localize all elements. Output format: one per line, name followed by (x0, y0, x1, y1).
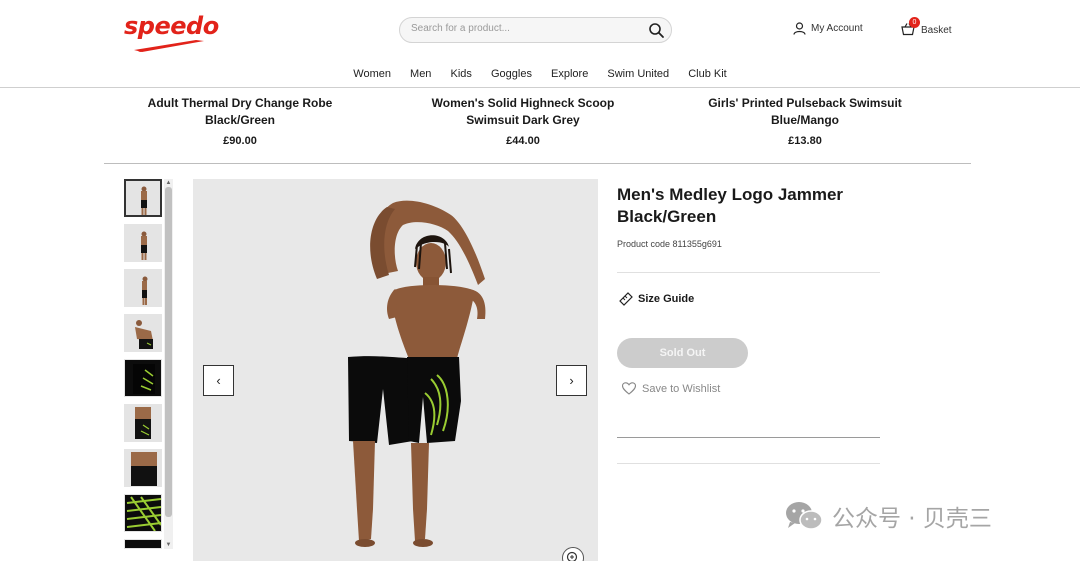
chevron-right-icon: › (569, 373, 574, 388)
logo-text: speedo (124, 12, 219, 40)
thumbnail-scrollbar[interactable]: ▲ ▼ (164, 179, 173, 549)
watermark: 公众号 · 贝壳三 (784, 499, 992, 533)
search-input[interactable] (411, 23, 631, 34)
nav-item-women[interactable]: Women (353, 68, 391, 80)
account-label: My Account (811, 23, 863, 34)
product-colour: Black/Green (617, 207, 717, 226)
nav-item-explore[interactable]: Explore (551, 68, 588, 80)
nav-item-club-kit[interactable]: Club Kit (688, 68, 727, 80)
search-bar[interactable] (399, 17, 672, 43)
watermark-text: 公众号 · 贝壳三 (832, 506, 992, 532)
thumbnail-image[interactable] (124, 224, 162, 262)
wishlist-label: Save to Wishlist (642, 382, 721, 395)
account-link[interactable]: My Account (793, 22, 863, 35)
save-to-wishlist-button[interactable]: Save to Wishlist (622, 382, 720, 395)
product-name: Men's Medley Logo Jammer (617, 185, 844, 204)
model-photo (348, 200, 486, 547)
divider (617, 463, 880, 464)
zoom-in-icon (566, 551, 578, 561)
basket-count-badge: 0 (909, 17, 920, 28)
scroll-up-icon[interactable]: ▲ (164, 179, 173, 187)
basket-link[interactable]: 0 Basket (901, 17, 952, 38)
related-product-name: Women's Solid Highneck Scoop (431, 96, 615, 110)
thumbnail-image[interactable] (124, 404, 162, 442)
related-product-price: £44.00 (506, 135, 540, 147)
wechat-icon (786, 502, 823, 530)
related-product-card[interactable]: Girls' Printed Pulseback Swimsuit Blue/M… (685, 95, 925, 150)
thumbnail-image[interactable] (124, 314, 162, 352)
size-guide-link[interactable]: Size Guide (619, 292, 694, 306)
thumbnail-image[interactable] (124, 359, 162, 397)
nav-item-swim-united[interactable]: Swim United (607, 68, 669, 80)
product-code: Product code 811355g691 (617, 239, 722, 249)
user-icon (793, 22, 806, 35)
related-product-name: Adult Thermal Dry Change Robe (147, 96, 333, 110)
related-product-card[interactable]: Women's Solid Highneck Scoop Swimsuit Da… (403, 95, 643, 150)
related-product-price: £13.80 (788, 135, 822, 147)
scroll-down-icon[interactable]: ▼ (164, 541, 173, 549)
search-icon[interactable] (648, 22, 665, 39)
heart-icon (622, 382, 636, 395)
thumbnail-image[interactable] (124, 494, 162, 532)
boomerang-icon (134, 40, 204, 52)
main-nav: Women Men Kids Goggles Explore Swim Unit… (0, 68, 1080, 80)
nav-item-kids[interactable]: Kids (451, 68, 472, 80)
related-divider (104, 163, 971, 164)
size-guide-label: Size Guide (638, 293, 695, 305)
scroll-thumb[interactable] (165, 187, 172, 517)
thumbnail-image[interactable] (124, 269, 162, 307)
thumbnail-image[interactable] (124, 539, 162, 549)
nav-item-goggles[interactable]: Goggles (491, 68, 532, 80)
related-product-name: Girls' Printed Pulseback Swimsuit (708, 96, 902, 110)
zoom-button[interactable] (562, 547, 584, 561)
prev-image-button[interactable]: ‹ (203, 365, 234, 396)
product-title: Men's Medley Logo Jammer Black/Green (617, 184, 917, 228)
divider (617, 437, 880, 438)
related-product-colour: Black/Green (204, 113, 276, 127)
nav-item-men[interactable]: Men (410, 68, 431, 80)
nav-divider (0, 87, 1080, 88)
related-product-card[interactable]: Adult Thermal Dry Change Robe Black/Gree… (120, 95, 360, 150)
chevron-left-icon: ‹ (216, 373, 221, 388)
thumbnail-image[interactable] (124, 179, 162, 217)
related-product-colour: Swimsuit Dark Grey (466, 113, 580, 127)
ruler-icon (619, 292, 633, 306)
related-product-colour: Blue/Mango (771, 113, 839, 127)
related-product-price: £90.00 (223, 135, 257, 147)
next-image-button[interactable]: › (556, 365, 587, 396)
speedo-logo[interactable]: speedo (124, 12, 219, 56)
sold-out-button[interactable]: Sold Out (617, 338, 748, 368)
thumbnail-image[interactable] (124, 449, 162, 487)
product-main-image[interactable]: ‹ › (193, 179, 598, 561)
divider (617, 272, 880, 273)
basket-label: Basket (921, 24, 952, 36)
